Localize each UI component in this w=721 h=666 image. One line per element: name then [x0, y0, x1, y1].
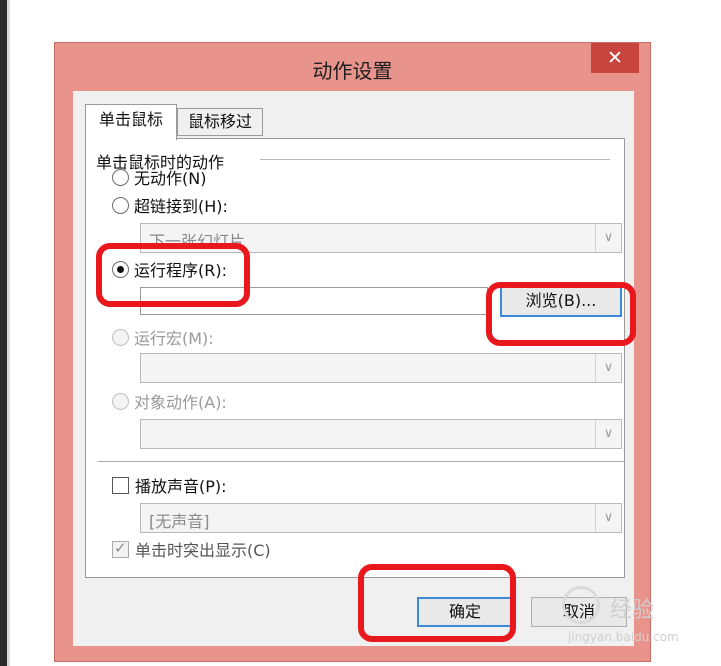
watermark-text: 经验: [610, 598, 655, 623]
radio-icon[interactable]: [112, 168, 129, 186]
dialog-title: 动作设置: [312, 59, 393, 83]
play-sound-checkbox[interactable]: 播放声音(P):: [112, 473, 227, 497]
annotation-highlight-run-program: [96, 243, 250, 307]
title-bar[interactable]: 动作设置 ✕: [55, 43, 650, 91]
annotation-highlight-ok: [358, 564, 516, 642]
radio-icon[interactable]: [112, 196, 129, 214]
left-window-edge: [0, 0, 7, 666]
radio-no-action-label: 无动作(N): [134, 169, 207, 188]
section-divider: [98, 461, 624, 462]
close-icon: ✕: [607, 47, 623, 69]
action-settings-dialog: 动作设置 ✕ 单击鼠标 鼠标移过 单击鼠标时的动作 无动作(N) 超链接到(H)…: [54, 42, 651, 662]
paw-icon: [562, 586, 600, 624]
radio-run-macro: 运行宏(M):: [112, 325, 214, 349]
radio-icon: [112, 328, 129, 346]
tab-mouse-click[interactable]: 单击鼠标: [85, 104, 177, 140]
annotation-highlight-browse: [486, 282, 636, 346]
close-button[interactable]: ✕: [591, 43, 639, 73]
radio-no-action[interactable]: 无动作(N): [112, 165, 206, 189]
sound-select-value: [无声音]: [149, 512, 210, 531]
watermark-url: jingyan.baidu.com: [568, 630, 679, 644]
checkbox-icon[interactable]: [112, 476, 129, 494]
chevron-down-icon: ∨: [595, 354, 621, 382]
chevron-down-icon: ∨: [595, 224, 621, 252]
watermark: 经验 jingyan.baidu.com: [562, 586, 712, 656]
tab-mouse-over[interactable]: 鼠标移过: [177, 108, 263, 136]
radio-icon: [112, 392, 129, 410]
tab-panel: 单击鼠标时的动作 无动作(N) 超链接到(H): 下一张幻灯片 ∨ 运行程序(R…: [85, 138, 625, 578]
sound-select: [无声音] ∨: [140, 503, 622, 533]
group-divider: [260, 159, 610, 160]
radio-run-macro-label: 运行宏(M):: [134, 329, 214, 348]
radio-hyperlink[interactable]: 超链接到(H):: [112, 193, 228, 217]
chevron-down-icon: ∨: [595, 504, 621, 532]
checkbox-icon: [112, 539, 129, 558]
radio-hyperlink-label: 超链接到(H):: [134, 197, 228, 216]
left-window-edge-highlight: [7, 0, 10, 666]
highlight-click-checkbox: 单击时突出显示(C): [112, 537, 271, 561]
macro-select: ∨: [140, 353, 622, 383]
chevron-down-icon: ∨: [595, 420, 621, 448]
object-action-select: ∨: [140, 419, 622, 449]
radio-object-action: 对象动作(A):: [112, 389, 227, 413]
dialog-client-area: 单击鼠标 鼠标移过 单击鼠标时的动作 无动作(N) 超链接到(H): 下一张幻灯…: [73, 91, 634, 646]
radio-object-action-label: 对象动作(A):: [134, 393, 227, 412]
play-sound-label: 播放声音(P):: [135, 477, 227, 496]
highlight-click-label: 单击时突出显示(C): [135, 541, 271, 560]
